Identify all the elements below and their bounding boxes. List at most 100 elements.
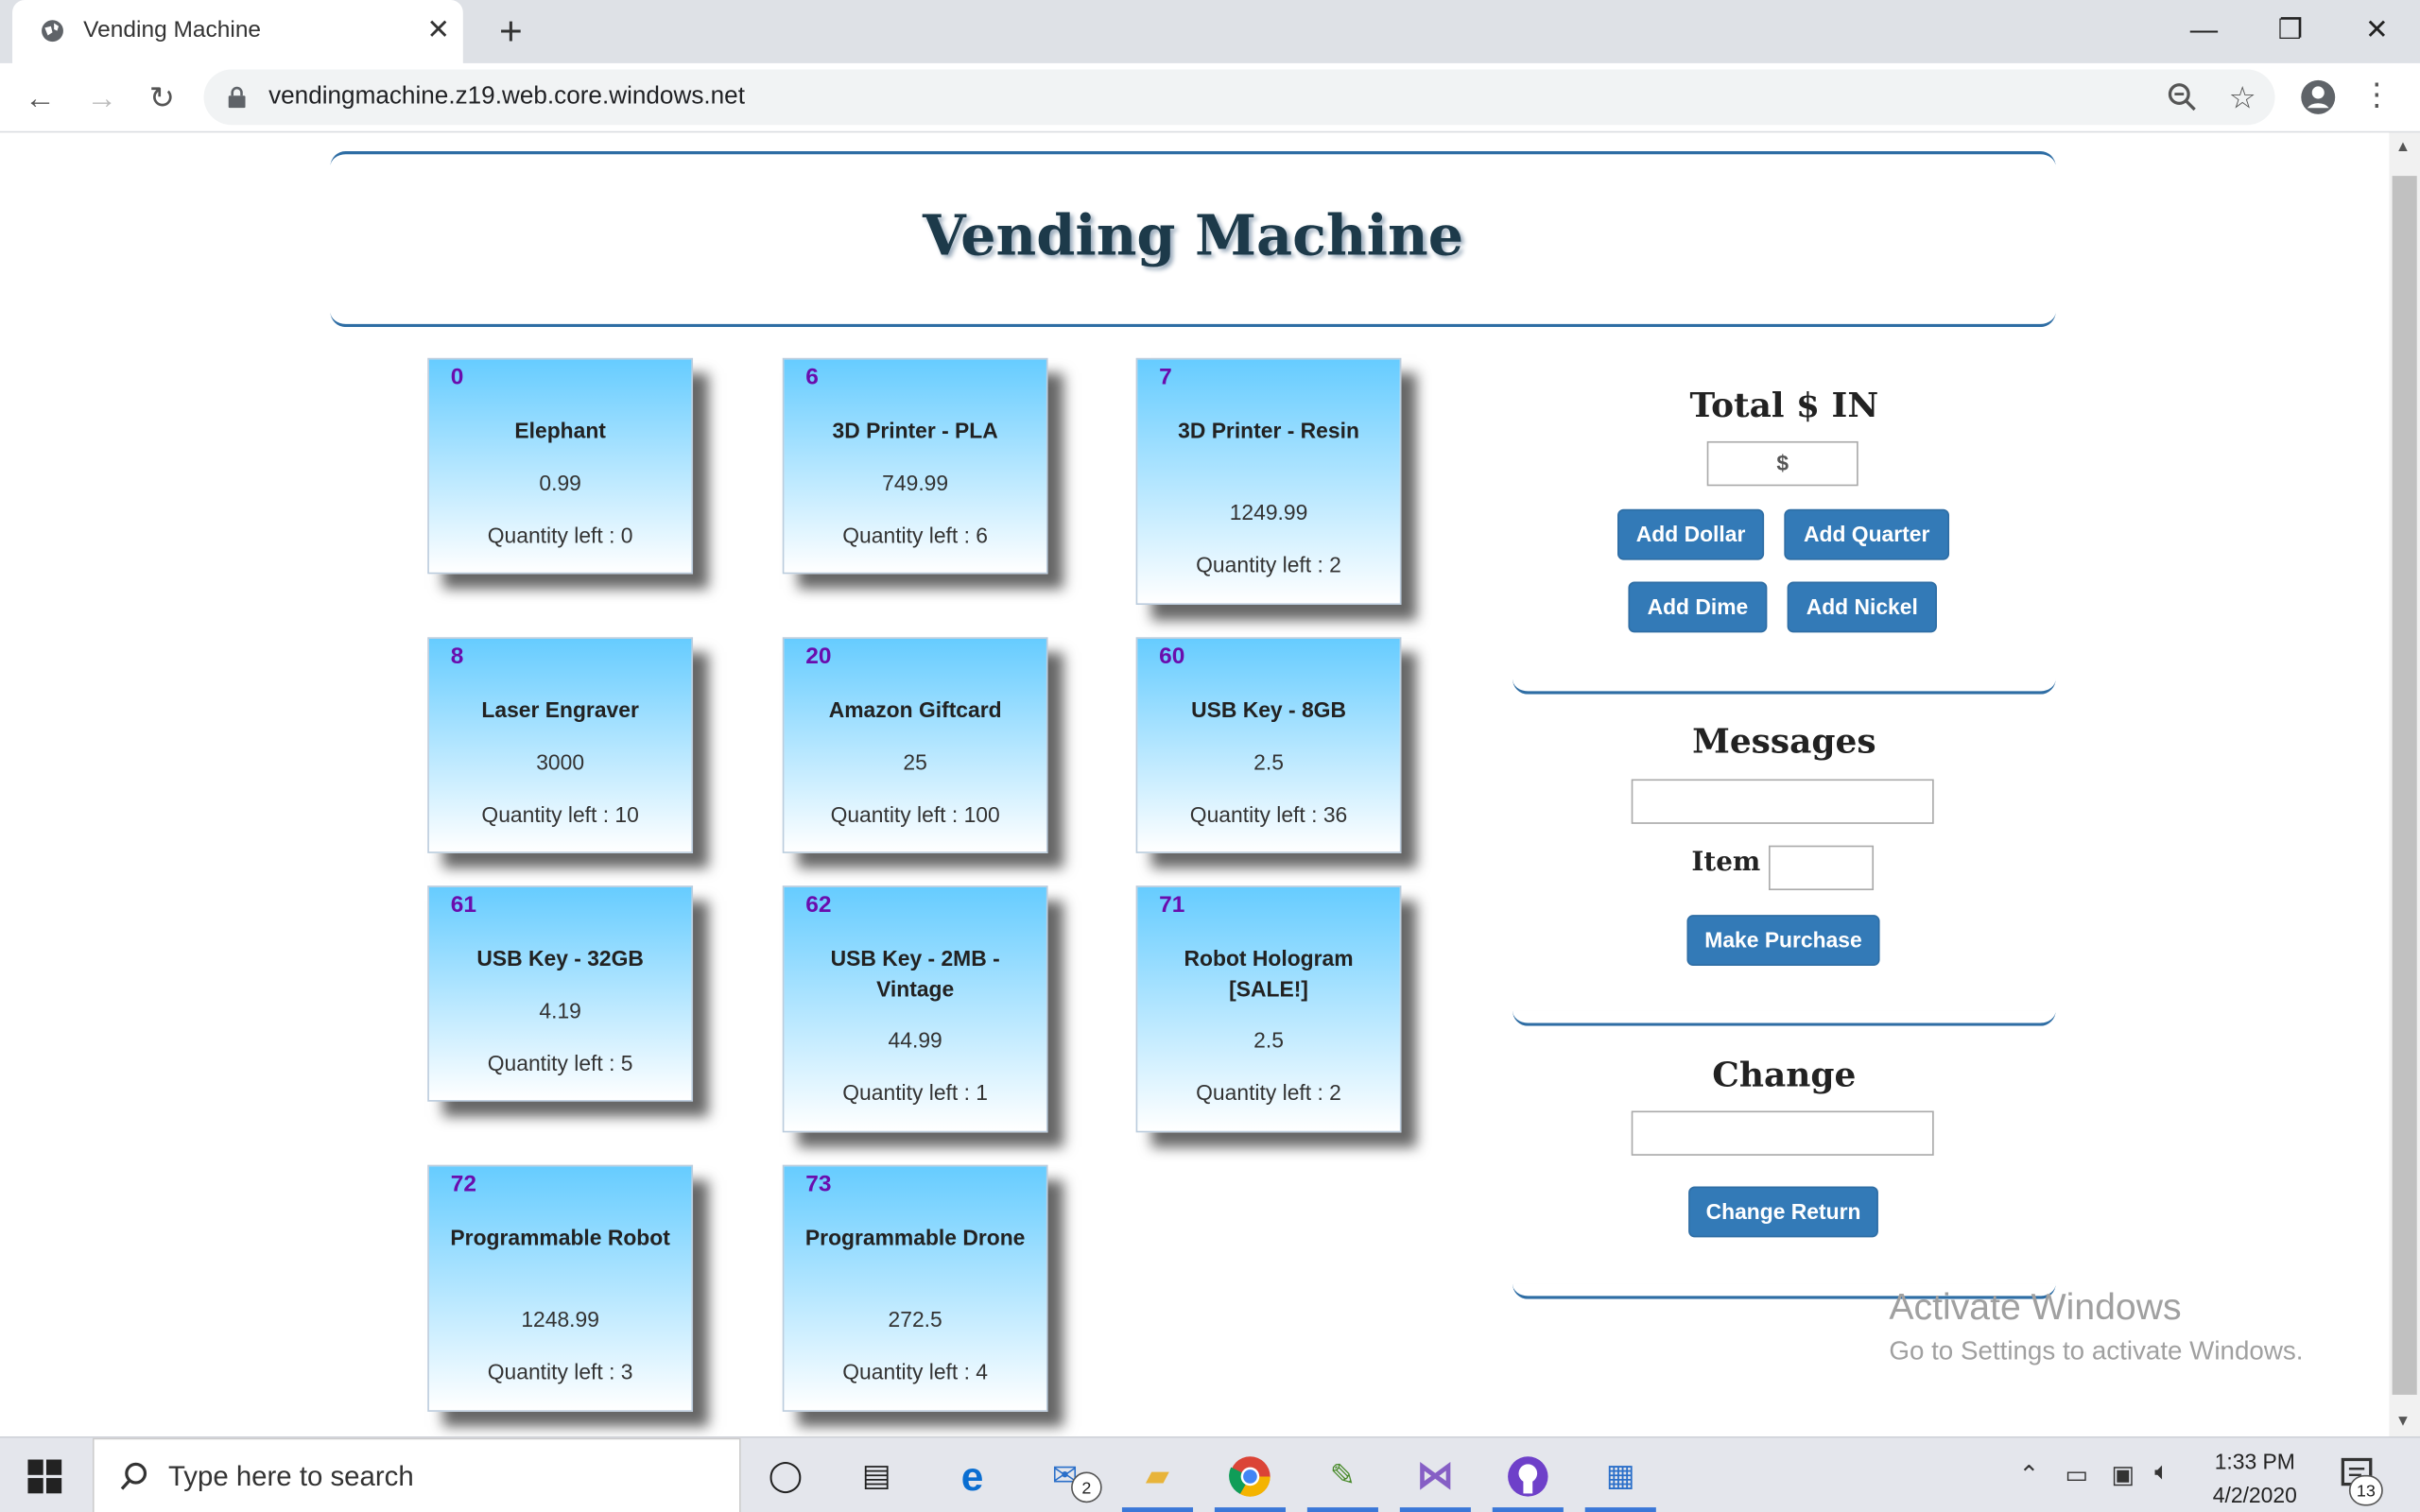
scroll-up-icon[interactable]: ▲ <box>2395 139 2411 156</box>
scroll-down-icon[interactable]: ▼ <box>2395 1414 2411 1431</box>
file-explorer-icon[interactable]: ▰ <box>1132 1452 1182 1501</box>
mail-badge: 2 <box>1071 1471 1102 1503</box>
battery-icon[interactable]: ▭ <box>2065 1459 2088 1490</box>
github-icon[interactable] <box>1503 1452 1552 1501</box>
new-tab-icon[interactable]: + <box>491 9 530 53</box>
item-price: 2.5 <box>1253 749 1284 775</box>
vending-item-card[interactable]: 62 USB Key - 2MB - Vintage 44.99 Quantity l… <box>782 885 1048 1133</box>
volume-icon[interactable]: 🔈︎ <box>2154 1459 2169 1486</box>
zoom-icon[interactable] <box>2167 82 2198 113</box>
search-icon <box>120 1462 147 1490</box>
chrome-icon[interactable] <box>1225 1452 1274 1501</box>
vending-item-card[interactable]: 20 Amazon Giftcard 25 Quantity left : 100 <box>782 637 1048 853</box>
change-title: Change <box>1712 1055 1857 1096</box>
vending-item-card[interactable]: 8 Laser Engraver 3000 Quantity left : 10 <box>427 637 694 853</box>
item-price: 1248.99 <box>521 1306 599 1332</box>
browser-tab[interactable]: Vending Machine ✕ <box>12 0 463 63</box>
item-number: 71 <box>1159 891 1185 919</box>
vending-item-card[interactable]: 71 Robot Hologram [SALE!] 2.5 Quantity left… <box>1135 885 1402 1133</box>
item-quantity: Quantity left : 2 <box>1196 1079 1341 1105</box>
edge-icon[interactable]: e <box>947 1452 996 1501</box>
forward-icon[interactable]: → <box>80 77 124 121</box>
profile-icon[interactable] <box>2300 78 2337 115</box>
item-price: 25 <box>903 749 927 775</box>
active-indicator <box>1121 1507 1194 1512</box>
bookmark-star-icon[interactable]: ☆ <box>2229 78 2256 117</box>
vending-item-card[interactable]: 73 Programmable Drone 272.5 Quantity left :… <box>782 1164 1048 1412</box>
item-name: Laser Engraver <box>481 696 639 723</box>
item-price: 44.99 <box>888 1027 942 1053</box>
add-dime-button[interactable]: Add Dime <box>1628 581 1768 633</box>
item-price: 0.99 <box>539 470 581 496</box>
url-text: vendingmachine.z19.web.core.windows.net <box>268 83 745 110</box>
item-number: 73 <box>805 1171 832 1197</box>
windows-taskbar: Type here to search ◯ ▤ e ✉ 2 ▰ ✎ ⋈ ▦ ⌃ … <box>0 1435 2420 1512</box>
item-name: USB Key - 8GB <box>1191 696 1346 723</box>
minimize-icon[interactable]: — <box>2161 7 2247 53</box>
taskbar-search[interactable]: Type here to search <box>92 1437 741 1512</box>
visual-studio-icon[interactable]: ⋈ <box>1410 1452 1460 1501</box>
change-field[interactable] <box>1631 1110 1934 1156</box>
task-view-icon[interactable]: ▤ <box>852 1452 901 1501</box>
clock-date: 4/2/2020 <box>2212 1482 2297 1508</box>
item-price: 272.5 <box>888 1306 942 1332</box>
taskbar-clock[interactable]: 1:33 PM 4/2/2020 <box>2191 1444 2318 1512</box>
item-quantity: Quantity left : 5 <box>487 1050 633 1075</box>
divider <box>1512 1010 2056 1026</box>
vending-item-card[interactable]: 72 Programmable Robot 1248.99 Quantity left… <box>427 1164 694 1412</box>
item-number: 0 <box>450 364 464 391</box>
close-window-icon[interactable]: ✕ <box>2334 7 2420 53</box>
page-title: Vending Machine <box>922 203 1464 269</box>
vending-item-card[interactable]: 0 Elephant 0.99 Quantity left : 0 <box>427 357 694 575</box>
address-bar[interactable]: vendingmachine.z19.web.core.windows.net … <box>203 69 2275 126</box>
divider <box>1512 679 2056 695</box>
total-in-field[interactable]: $ <box>1706 440 1858 487</box>
page-viewport: Vending Machine 0 Elephant 0.99 Quantity le… <box>0 132 2390 1436</box>
windows-start-icon[interactable] <box>27 1459 62 1494</box>
active-indicator <box>1492 1507 1564 1512</box>
reload-icon[interactable]: ↻ <box>141 77 184 121</box>
item-number: 6 <box>805 364 819 391</box>
add-nickel-button[interactable]: Add Nickel <box>1787 581 1937 633</box>
item-name: Programmable Robot <box>450 1225 670 1250</box>
item-price: 3000 <box>536 749 585 775</box>
globe-icon <box>42 20 63 43</box>
vending-item-card[interactable]: 60 USB Key - 8GB 2.5 Quantity left : 36 <box>1135 637 1402 853</box>
tray-chevron-icon[interactable]: ⌃ <box>2019 1459 2040 1490</box>
item-name: 3D Printer - PLA <box>832 418 998 443</box>
notepad-icon[interactable]: ✎ <box>1318 1452 1367 1501</box>
add-dollar-button[interactable]: Add Dollar <box>1617 508 1765 560</box>
item-name: Amazon Giftcard <box>828 696 1002 723</box>
active-indicator <box>1214 1507 1286 1512</box>
vending-item-card[interactable]: 7 3D Printer - Resin 1249.99 Quantity left … <box>1135 357 1402 605</box>
back-icon[interactable]: ← <box>19 77 62 121</box>
messages-title: Messages <box>1692 722 1876 763</box>
item-number: 72 <box>450 1171 476 1197</box>
item-quantity: Quantity left : 6 <box>842 523 989 548</box>
browser-toolbar: ← → ↻ vendingmachine.z19.web.core.window… <box>0 62 2420 133</box>
tab-title: Vending Machine <box>83 16 262 43</box>
item-number: 61 <box>450 891 476 919</box>
restore-icon[interactable]: ❐ <box>2247 7 2333 53</box>
close-tab-icon[interactable]: ✕ <box>423 14 454 45</box>
app-icon[interactable]: ▦ <box>1596 1452 1645 1501</box>
item-input[interactable] <box>1769 845 1875 891</box>
scrollbar[interactable]: ▲ ▼ <box>2389 132 2420 1436</box>
item-name: USB Key - 2MB - Vintage <box>830 945 1000 1002</box>
menu-icon[interactable]: ⋮ <box>2359 76 2395 114</box>
make-purchase-button[interactable]: Make Purchase <box>1686 915 1880 967</box>
header-box: Vending Machine <box>330 150 2056 328</box>
item-number: 62 <box>805 891 832 919</box>
item-quantity: Quantity left : 0 <box>487 523 633 548</box>
activate-windows-watermark: Activate Windows Go to Settings to activ… <box>1889 1287 2303 1367</box>
item-label: Item : <box>1691 847 1780 878</box>
add-quarter-button[interactable]: Add Quarter <box>1784 508 1950 560</box>
network-icon[interactable]: ▣ <box>2111 1459 2135 1490</box>
scrollbar-thumb[interactable] <box>2392 176 2417 1395</box>
vending-item-card[interactable]: 6 3D Printer - PLA 749.99 Quantity left : 6 <box>782 357 1048 575</box>
cortana-icon[interactable]: ◯ <box>761 1452 810 1501</box>
vending-item-card[interactable]: 61 USB Key - 32GB 4.19 Quantity left : 5 <box>427 885 694 1102</box>
change-return-button[interactable]: Change Return <box>1688 1186 1878 1238</box>
item-quantity: Quantity left : 1 <box>842 1079 989 1105</box>
messages-field[interactable] <box>1631 779 1934 824</box>
